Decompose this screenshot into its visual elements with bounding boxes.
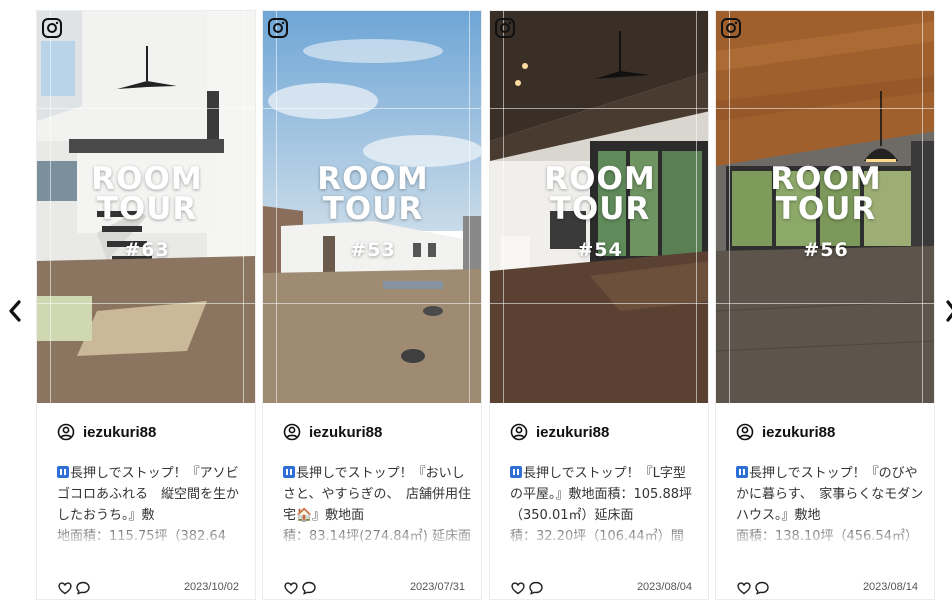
post-thumbnail[interactable]: ROOM TOUR #56 bbox=[716, 11, 934, 403]
post-caption: 長押しでストップ！『おいしさと、やすらぎの、 店舗併用住宅🏠』敷地面 積：83.… bbox=[283, 463, 471, 547]
heart-icon[interactable] bbox=[736, 580, 752, 596]
post-info: iezukuri88 長押しでストップ！『L字型の平屋。』敷地面積：105.88… bbox=[490, 403, 708, 599]
overlay-title-tour: TOUR bbox=[96, 191, 198, 227]
pause-badge-icon bbox=[510, 466, 522, 478]
post-caption: 長押しでストップ！『アソビゴコロあふれる 縦空間を生かしたおうち。』敷 地面積：… bbox=[57, 463, 245, 547]
post-footer: 2023/07/31 bbox=[283, 580, 465, 598]
post-thumbnail[interactable]: ROOM TOUR #53 bbox=[263, 11, 481, 403]
caption-text-faded: 積：32.20坪（106.44㎡）間 bbox=[510, 529, 684, 544]
post-caption: 長押しでストップ！『L字型の平屋。』敷地面積：105.88坪（350.01㎡）延… bbox=[510, 463, 698, 547]
comment-icon[interactable] bbox=[75, 580, 91, 596]
chevron-right-icon bbox=[946, 300, 952, 322]
post-footer: 2023/08/14 bbox=[736, 580, 918, 598]
overlay-episode-number: #56 bbox=[803, 239, 849, 261]
caption-text-faded: 積：83.14坪(274.84㎡) 延床面 bbox=[283, 529, 471, 544]
post-card[interactable]: ROOM TOUR #53 iezukuri88 長押しでストップ！『おいしさと… bbox=[262, 10, 482, 600]
heart-icon[interactable] bbox=[510, 580, 526, 596]
instagram-icon bbox=[721, 18, 741, 38]
overlay-episode-number: #54 bbox=[577, 239, 623, 261]
user-circle-icon bbox=[57, 423, 75, 441]
post-thumbnail[interactable]: ROOM TOUR #63 bbox=[37, 11, 255, 403]
post-caption: 長押しでストップ！『のびやかに暮らす、 家事らくなモダンハウス。』敷地 面積：1… bbox=[736, 463, 924, 547]
caption-text: 長押しでストップ！『L字型の平屋。』敷地面積：105.88坪（350.01㎡）延… bbox=[510, 466, 692, 523]
carousel-prev-button[interactable] bbox=[4, 296, 26, 326]
pause-badge-icon bbox=[736, 466, 748, 478]
heart-icon[interactable] bbox=[283, 580, 299, 596]
carousel-next-button[interactable] bbox=[940, 296, 952, 326]
instagram-feed-carousel: ROOM TOUR #63 iezukuri88 長押しでストップ！『アソビゴコ… bbox=[36, 10, 936, 600]
caption-text: 長押しでストップ！『おいしさと、やすらぎの、 店舗併用住宅🏠』敷地面 bbox=[283, 466, 471, 523]
instagram-icon bbox=[495, 18, 515, 38]
instagram-icon bbox=[42, 18, 62, 38]
caption-text-faded: 面積：138.10坪（456.54㎡） bbox=[736, 529, 918, 544]
comment-icon[interactable] bbox=[754, 580, 770, 596]
instagram-icon bbox=[268, 18, 288, 38]
post-card[interactable]: ROOM TOUR #56 iezukuri88 長押しでストップ！『のびやかに… bbox=[715, 10, 935, 600]
post-info: iezukuri88 長押しでストップ！『アソビゴコロあふれる 縦空間を生かした… bbox=[37, 403, 255, 599]
post-author[interactable]: iezukuri88 bbox=[736, 423, 835, 441]
post-info: iezukuri88 長押しでストップ！『のびやかに暮らす、 家事らくなモダンハ… bbox=[716, 403, 934, 599]
author-username: iezukuri88 bbox=[83, 423, 157, 441]
comment-icon[interactable] bbox=[301, 580, 317, 596]
comment-icon[interactable] bbox=[528, 580, 544, 596]
chevron-left-icon bbox=[9, 300, 21, 322]
post-author[interactable]: iezukuri88 bbox=[283, 423, 382, 441]
caption-text: 長押しでストップ！『アソビゴコロあふれる 縦空間を生かしたおうち。』敷 bbox=[57, 466, 240, 523]
post-date: 2023/08/04 bbox=[636, 581, 692, 593]
user-circle-icon bbox=[283, 423, 301, 441]
author-username: iezukuri88 bbox=[536, 423, 610, 441]
post-card[interactable]: ROOM TOUR #54 iezukuri88 長押しでストップ！『L字型の平… bbox=[489, 10, 709, 600]
user-circle-icon bbox=[736, 423, 754, 441]
caption-text: 長押しでストップ！『のびやかに暮らす、 家事らくなモダンハウス。』敷地 bbox=[736, 466, 924, 523]
post-footer: 2023/10/02 bbox=[57, 580, 239, 598]
post-card[interactable]: ROOM TOUR #63 iezukuri88 長押しでストップ！『アソビゴコ… bbox=[36, 10, 256, 600]
overlay-episode-number: #63 bbox=[124, 239, 170, 261]
caption-text-faded: 地面積：115.75坪（382.64 bbox=[57, 529, 226, 544]
post-author[interactable]: iezukuri88 bbox=[57, 423, 156, 441]
overlay-title-tour: TOUR bbox=[322, 191, 424, 227]
post-thumbnail[interactable]: ROOM TOUR #54 bbox=[490, 11, 708, 403]
pause-badge-icon bbox=[283, 466, 295, 478]
pause-badge-icon bbox=[57, 466, 69, 478]
overlay-title-tour: TOUR bbox=[549, 191, 651, 227]
post-date: 2023/10/02 bbox=[183, 581, 239, 593]
post-footer: 2023/08/04 bbox=[510, 580, 692, 598]
post-date: 2023/07/31 bbox=[409, 581, 465, 593]
post-author[interactable]: iezukuri88 bbox=[510, 423, 609, 441]
user-circle-icon bbox=[510, 423, 528, 441]
overlay-title-tour: TOUR bbox=[775, 191, 877, 227]
author-username: iezukuri88 bbox=[309, 423, 383, 441]
author-username: iezukuri88 bbox=[762, 423, 836, 441]
heart-icon[interactable] bbox=[57, 580, 73, 596]
post-info: iezukuri88 長押しでストップ！『おいしさと、やすらぎの、 店舗併用住宅… bbox=[263, 403, 481, 599]
overlay-episode-number: #53 bbox=[350, 239, 396, 261]
post-date: 2023/08/14 bbox=[862, 581, 918, 593]
